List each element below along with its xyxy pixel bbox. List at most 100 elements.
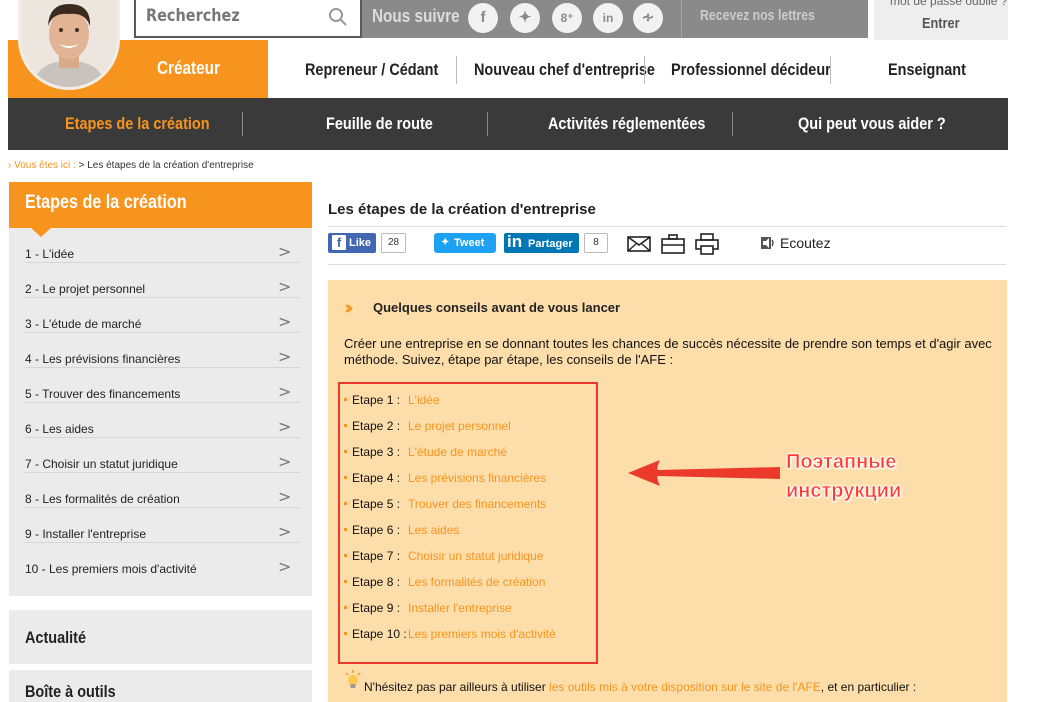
menu-item-feuille-de-route[interactable]: Feuille de route	[326, 114, 433, 134]
facebook-icon[interactable]: f	[468, 3, 498, 33]
linkedin-share-label: Partager	[528, 238, 573, 250]
sidebar-item-etude[interactable]: 3 - L'étude de marché >	[9, 298, 312, 333]
annotation-line: инструкции	[786, 480, 902, 503]
email-icon[interactable]	[626, 232, 652, 256]
annotation-arrow-icon	[628, 460, 780, 486]
briefcase-icon[interactable]	[660, 232, 686, 256]
sidebar-block-label: Boîte à outils	[25, 682, 116, 701]
sidebar-item-idee[interactable]: 1 - L'idée >	[9, 228, 312, 263]
twitter-icon: ✦	[441, 237, 450, 248]
sidebar-item-label: 3 - L'étude de marché	[25, 317, 142, 331]
follow-bar: Nous suivre f ✦ 8⁺ in ∻ Recevez nos lett…	[362, 0, 868, 38]
divider	[456, 56, 457, 84]
page-title: Les étapes de la création d'entreprise	[328, 201, 596, 218]
rss-icon[interactable]: ∻	[633, 3, 663, 33]
panel-intro: Créer une entreprise en se donnant toute…	[344, 336, 992, 367]
avatar-portrait	[21, 0, 117, 87]
divider	[830, 56, 831, 84]
facebook-like-button[interactable]: f Like	[328, 233, 376, 253]
breadcrumb: › Vous êtes ici : > Les étapes de la cré…	[8, 160, 254, 171]
login-button[interactable]: Entrer	[922, 15, 960, 32]
facebook-icon: f	[332, 235, 346, 250]
search-placeholder: Recherchez	[146, 6, 240, 26]
divider	[242, 112, 243, 136]
breadcrumb-current: > Les étapes de la création d'entreprise	[75, 160, 254, 171]
sidebar-item-label: 8 - Les formalités de création	[25, 492, 180, 506]
sidebar-item-statut[interactable]: 7 - Choisir un statut juridique >	[9, 438, 312, 473]
sidebar-item-previsions[interactable]: 4 - Les prévisions financières >	[9, 333, 312, 368]
print-icon[interactable]	[694, 232, 720, 256]
sidebar-item-label: 5 - Trouver des financements	[25, 387, 181, 401]
sidebar-item-label: 10 - Les premiers mois d'activité	[25, 562, 197, 576]
menu-item-qui-peut-aider[interactable]: Qui peut vous aider ?	[798, 114, 946, 134]
sidebar-item-label: 2 - Le projet personnel	[25, 282, 146, 296]
divider	[487, 112, 488, 136]
sidebar-item-label: 4 - Les prévisions financières	[25, 352, 181, 366]
google-plus-icon[interactable]: 8⁺	[552, 3, 582, 33]
sidebar-item-label: 1 - L'idée	[25, 247, 74, 261]
search-input[interactable]: Recherchez	[134, 0, 362, 38]
facebook-like-count: 28	[381, 233, 406, 253]
linkedin-icon[interactable]: in	[593, 3, 623, 33]
divider	[732, 112, 733, 136]
newsletter-link[interactable]: Recevez nos lettres	[700, 7, 815, 24]
chevron-right-icon: >	[278, 277, 292, 296]
forgot-password-link[interactable]: mot de passe oublié ?	[890, 0, 1007, 8]
sidebar-item-financements[interactable]: 5 - Trouver des financements >	[9, 368, 312, 403]
linkedin-icon: in	[507, 232, 523, 251]
sidebar-item-label: 6 - Les aides	[25, 422, 94, 436]
search-icon[interactable]	[328, 7, 348, 27]
speaker-icon[interactable]	[760, 235, 776, 251]
listen-button[interactable]: Ecoutez	[780, 235, 831, 251]
sidebar-notch	[30, 227, 52, 237]
double-chevron-icon: ››	[344, 297, 353, 319]
linkedin-share-count: 8	[584, 233, 608, 253]
chevron-right-icon: >	[278, 382, 292, 401]
facebook-like-label: Like	[349, 237, 372, 249]
linkedin-share-button[interactable]: in Partager	[504, 232, 579, 253]
divider	[681, 0, 682, 38]
twitter-icon[interactable]: ✦	[510, 3, 540, 33]
login-box: mot de passe oublié ? Entrer	[874, 0, 1008, 40]
divider	[328, 226, 1006, 227]
sidebar-block-actualite[interactable]: Actualité	[9, 610, 312, 664]
role-tab-label: Créateur	[157, 58, 220, 78]
sidebar-item-formalites[interactable]: 8 - Les formalités de création >	[9, 473, 312, 508]
role-tab-repreneur[interactable]: Repreneur / Cédant	[305, 60, 438, 80]
menu-item-activites[interactable]: Activités réglementées	[548, 114, 705, 134]
main-menu: Etapes de la création Feuille de route A…	[8, 98, 1008, 150]
chevron-right-icon: >	[278, 487, 292, 506]
role-tab-enseignant[interactable]: Enseignant	[888, 60, 966, 80]
tweet-label: Tweet	[454, 237, 485, 249]
panel-heading-label: Quelques conseils avant de vous lancer	[373, 300, 621, 315]
sidebar-item-projet[interactable]: 2 - Le projet personnel >	[9, 263, 312, 298]
follow-label: Nous suivre	[372, 6, 460, 26]
sidebar-item-installer[interactable]: 9 - Installer l'entreprise >	[9, 508, 312, 543]
chevron-right-icon: >	[278, 452, 292, 471]
sidebar-item-aides[interactable]: 6 - Les aides >	[9, 403, 312, 438]
sidebar-title-label: Etapes de la création	[25, 192, 187, 213]
sidebar-block-boite-a-outils[interactable]: Boîte à outils	[9, 670, 312, 702]
chevron-right-icon: >	[278, 242, 292, 261]
tools-link[interactable]: les outils mis à votre disposition sur l…	[549, 680, 821, 694]
role-tab-professionnel[interactable]: Professionnel décideur	[671, 60, 831, 80]
share-toolbar: f Like 28 ✦ Tweet in Partager 8 Ecoutez	[328, 232, 1008, 260]
chevron-right-icon: >	[278, 312, 292, 331]
chevron-right-icon: >	[278, 417, 292, 436]
tweet-button[interactable]: ✦ Tweet	[434, 233, 496, 253]
menu-item-etapes[interactable]: Etapes de la création	[65, 114, 210, 134]
annotation-box	[338, 382, 598, 664]
divider	[328, 264, 1006, 265]
annotation-line: Поэтапные	[786, 451, 897, 474]
chevron-right-icon: >	[278, 522, 292, 541]
sidebar-item-premiers-mois[interactable]: 10 - Les premiers mois d'activité >	[9, 543, 312, 578]
top-bar: Recherchez Nous suivre f ✦ 8⁺ in ∻ Recev…	[0, 0, 1048, 40]
breadcrumb-prefix: › Vous êtes ici :	[8, 160, 76, 171]
sidebar-item-label: 9 - Installer l'entreprise	[25, 527, 147, 541]
sidebar-item-label: 7 - Choisir un statut juridique	[25, 457, 178, 471]
chevron-right-icon: >	[278, 347, 292, 366]
tip-text-before: N'hésitez pas par ailleurs à utiliser	[364, 680, 550, 694]
role-bar: Créateur Repreneur / Cédant Nouveau chef…	[8, 40, 1008, 98]
bottom-tip-text: N'hésitez pas par ailleurs à utiliser le…	[364, 680, 916, 694]
role-tab-nouveau-chef[interactable]: Nouveau chef d'entreprise	[474, 60, 655, 80]
